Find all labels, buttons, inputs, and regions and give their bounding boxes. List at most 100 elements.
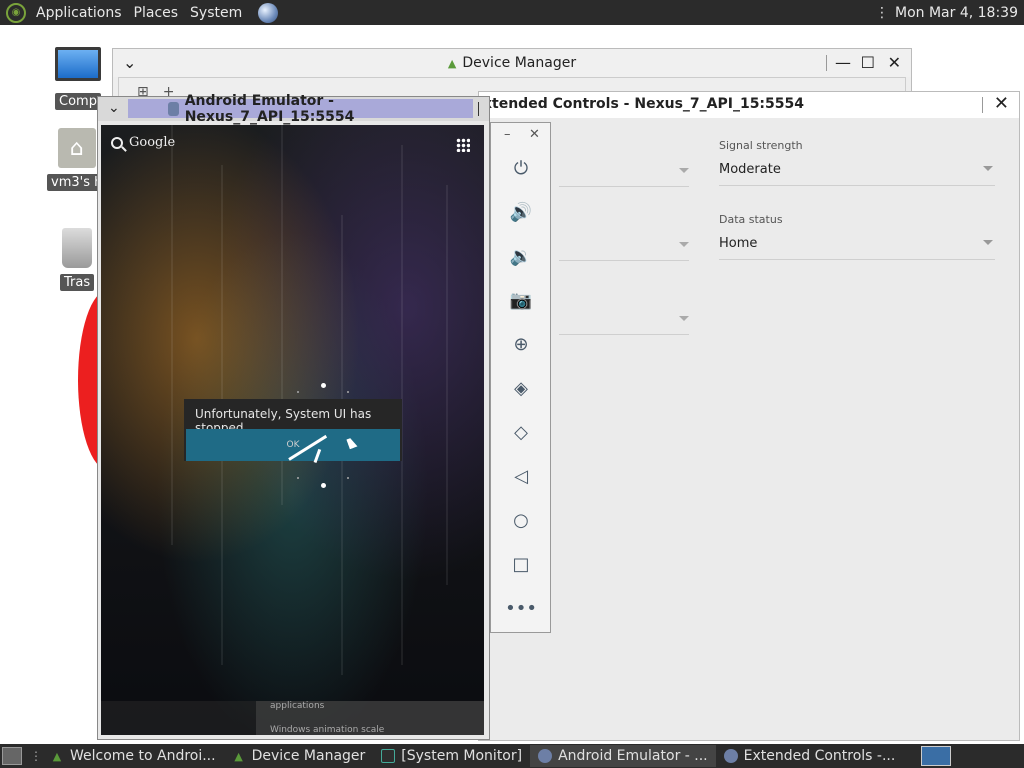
wallpaper-streak xyxy=(171,125,173,545)
power-icon[interactable]: ⏻ xyxy=(509,156,533,180)
minimize-button[interactable]: — xyxy=(835,53,851,72)
panel-menu-icon[interactable]: ⋮ xyxy=(875,5,889,21)
camera-icon[interactable]: 📷 xyxy=(509,288,533,312)
emulator-title: Android Emulator - Nexus_7_API_15:5554 xyxy=(128,93,473,125)
home-icon[interactable]: ○ xyxy=(509,508,533,532)
desktop-icon-trash[interactable]: Tras xyxy=(60,228,95,291)
signal-strength-label: Signal strength xyxy=(719,139,803,152)
android-icon: ▲ xyxy=(234,749,243,763)
spinner-dot xyxy=(297,391,299,393)
task-android-emulator[interactable]: Android Emulator - ... xyxy=(530,745,716,767)
hidden-field-underline xyxy=(559,334,689,335)
dialog-ok-label: OK xyxy=(286,440,300,450)
dropdown-arrow-icon[interactable] xyxy=(679,242,689,247)
taskbar: ⋮ ▲ Welcome to Androi... ▲ Device Manage… xyxy=(0,744,1024,768)
window-menu-icon[interactable]: ⌄ xyxy=(123,53,136,72)
hidden-field-underline xyxy=(559,260,689,261)
device-manager-title: ▲ Device Manager xyxy=(448,55,576,71)
show-desktop-button[interactable] xyxy=(2,747,22,765)
home-folder-icon: ⌂ xyxy=(57,128,96,168)
web-browser-launcher-icon[interactable] xyxy=(258,2,279,23)
task-label: [System Monitor] xyxy=(401,748,523,764)
task-extended-controls[interactable]: Extended Controls -... xyxy=(716,745,904,767)
titlebar-separator xyxy=(478,102,479,116)
app-drawer-icon[interactable] xyxy=(456,138,470,152)
clock[interactable]: Mon Mar 4, 18:39 xyxy=(895,5,1018,21)
search-icon xyxy=(111,136,123,149)
back-icon[interactable]: ◁ xyxy=(509,464,533,488)
overview-icon[interactable]: □ xyxy=(509,552,533,576)
data-status-field: Data status Home xyxy=(719,213,995,260)
task-label: Device Manager xyxy=(251,748,366,764)
distro-logo-icon[interactable]: ◉ xyxy=(6,2,26,23)
rotate-left-icon[interactable]: ◈ xyxy=(509,376,533,400)
dropdown-arrow-icon[interactable] xyxy=(679,316,689,321)
titlebar-separator xyxy=(982,97,983,113)
task-label: Extended Controls -... xyxy=(743,748,896,764)
window-menu-icon[interactable]: ⌄ xyxy=(108,100,120,116)
settings-pane: applications Windows animation scale xyxy=(256,701,484,735)
dropdown-arrow-icon[interactable] xyxy=(679,168,689,173)
google-search-label: Google xyxy=(129,135,176,150)
overlay-line: applications xyxy=(270,701,325,711)
extended-controls-titlebar[interactable]: xtended Controls - Nexus_7_API_15:5554 ✕ xyxy=(479,92,1019,118)
computer-icon xyxy=(55,47,101,81)
spinner-dot xyxy=(321,483,326,488)
spinner-dot xyxy=(347,391,349,393)
emulator-title-text: Android Emulator - Nexus_7_API_15:5554 xyxy=(184,92,355,125)
toolbar-close-button[interactable]: ✕ xyxy=(529,127,540,142)
toolbar-minimize-button[interactable]: – xyxy=(504,127,511,142)
data-status-value: Home xyxy=(719,236,758,251)
system-ui-error-dialog: Unfortunately, System UI has stopped. OK xyxy=(184,399,402,461)
emulator-icon xyxy=(723,749,738,763)
signal-strength-select[interactable]: Moderate xyxy=(719,162,995,186)
task-label: Welcome to Androi... xyxy=(70,748,216,764)
spinner-dot xyxy=(321,383,326,388)
maximize-button[interactable]: ☐ xyxy=(861,53,875,72)
dropdown-arrow-icon xyxy=(983,166,993,171)
android-icon: ▲ xyxy=(52,749,62,763)
android-icon: ▲ xyxy=(447,56,457,70)
volume-up-icon[interactable]: 🔊 xyxy=(509,200,533,224)
titlebar-separator xyxy=(826,55,827,71)
emulator-icon xyxy=(168,101,179,116)
desktop-icon-label: Tras xyxy=(60,274,95,291)
overlay-line: Windows animation scale xyxy=(270,725,385,735)
workspace-switcher[interactable] xyxy=(921,746,952,766)
device-manager-titlebar[interactable]: ⌄ ▲ Device Manager — ☐ ✕ xyxy=(113,49,911,77)
desktop-icon-computer[interactable]: Comp xyxy=(55,47,101,110)
rotate-right-icon[interactable]: ◇ xyxy=(509,420,533,444)
task-system-monitor[interactable]: [System Monitor] xyxy=(373,745,530,767)
extended-controls-window: xtended Controls - Nexus_7_API_15:5554 ✕… xyxy=(478,91,1020,741)
signal-strength-value: Moderate xyxy=(719,162,781,177)
taskbar-grip-icon[interactable]: ⋮ xyxy=(30,750,42,762)
trash-icon xyxy=(62,228,93,268)
wallpaper-streak xyxy=(446,185,448,585)
task-welcome[interactable]: ▲ Welcome to Androi... xyxy=(42,745,224,767)
desktop-icon-label: Comp xyxy=(55,93,101,110)
android-emulator-window: ⌄ Android Emulator - Nexus_7_API_15:5554… xyxy=(97,93,490,740)
emulator-icon xyxy=(538,749,553,763)
task-device-manager[interactable]: ▲ Device Manager xyxy=(224,745,374,767)
spinner-dot xyxy=(297,477,299,479)
emulator-toolbar: – ✕ ⏻ 🔊 🔉 📷 ⊕ ◈ ◇ ◁ ○ □ ••• xyxy=(490,122,551,633)
top-panel: ◉ Applications Places System ⋮ Mon Mar 4… xyxy=(0,0,1024,25)
emulator-titlebar[interactable]: ⌄ Android Emulator - Nexus_7_API_15:5554 xyxy=(98,93,489,125)
data-status-select[interactable]: Home xyxy=(719,236,995,260)
spinner-dot xyxy=(347,477,349,479)
system-monitor-icon xyxy=(381,749,396,763)
hidden-field-underline xyxy=(559,186,689,187)
signal-strength-field: Signal strength Moderate xyxy=(719,139,995,186)
google-search-bar[interactable]: Google xyxy=(111,135,175,150)
places-menu[interactable]: Places xyxy=(128,5,185,21)
system-menu[interactable]: System xyxy=(184,5,248,21)
data-status-label: Data status xyxy=(719,213,783,226)
task-label: Android Emulator - ... xyxy=(558,748,708,764)
close-button[interactable]: ✕ xyxy=(888,53,901,72)
volume-down-icon[interactable]: 🔉 xyxy=(509,244,533,268)
android-screen[interactable]: Google Unfortunately, System UI has stop… xyxy=(101,125,484,735)
more-icon[interactable]: ••• xyxy=(505,596,537,620)
close-button[interactable]: ✕ xyxy=(994,93,1009,114)
applications-menu[interactable]: Applications xyxy=(30,5,128,21)
zoom-icon[interactable]: ⊕ xyxy=(509,332,533,356)
